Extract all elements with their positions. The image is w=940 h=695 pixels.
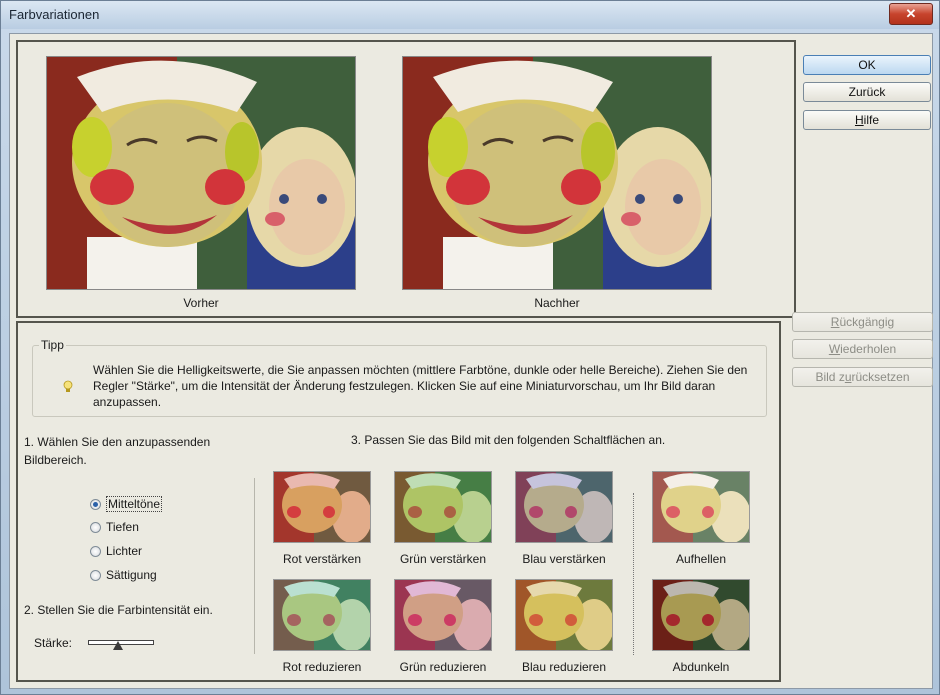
variation-label-blue-decrease: Blau reduzieren — [521, 660, 607, 674]
ok-button[interactable]: OK — [803, 55, 931, 75]
help-button[interactable]: Hilfe — [803, 110, 931, 130]
variation-label-blue-increase: Blau verstärken — [522, 552, 606, 566]
preview-panel: Vorher Nachher — [16, 40, 796, 318]
radio-selected-dot — [93, 501, 98, 507]
lightbulb-icon — [63, 380, 73, 394]
back-button[interactable]: Zurück — [803, 82, 931, 102]
before-caption: Vorher — [183, 296, 219, 310]
radio-highlights[interactable]: Lichter — [90, 544, 142, 558]
variation-tint — [395, 580, 491, 650]
radio-button[interactable] — [90, 521, 101, 533]
tip-text: Wählen Sie die Helligkeitswerte, die Sie… — [93, 363, 748, 409]
variation-thumbnail[interactable] — [515, 579, 613, 651]
window-title: Farbvariationen — [9, 7, 100, 22]
variation-tint — [395, 472, 491, 542]
radio-button[interactable] — [90, 569, 101, 581]
after-caption: Nachher — [534, 296, 580, 310]
variation-thumbnail[interactable] — [394, 471, 492, 543]
radio-label-saturation: Sättigung — [106, 568, 157, 582]
variation-label-red-decrease: Rot reduzieren — [282, 660, 362, 674]
radio-label-shadows: Tiefen — [106, 520, 139, 534]
tip-group: Tipp Wählen Sie die Helligkeitswerte, di… — [32, 338, 767, 417]
before-preview-image — [46, 56, 356, 290]
title-bar[interactable]: Farbvariationen ✕ — [1, 1, 939, 29]
close-icon: ✕ — [905, 6, 917, 21]
reset-image-button[interactable]: Bild zurücksetzen — [792, 367, 933, 387]
variation-thumbnail[interactable] — [652, 579, 750, 651]
after-preview-image — [402, 56, 712, 290]
variation-tint — [653, 580, 749, 650]
variation-label-red-increase: Rot verstärken — [282, 552, 362, 566]
radio-label-midtones: Mitteltöne — [106, 496, 163, 512]
variation-thumbnail[interactable] — [394, 579, 492, 651]
variation-thumbnail[interactable] — [515, 471, 613, 543]
variation-label-darken: Abdunkeln — [672, 660, 730, 674]
variation-tint — [516, 580, 612, 650]
redo-button[interactable]: Wiederholen — [792, 339, 933, 359]
radio-label-highlights: Lichter — [106, 544, 143, 558]
tip-legend: Tipp — [39, 338, 66, 352]
radio-button[interactable] — [90, 498, 101, 510]
dotted-separator — [633, 493, 634, 655]
controls-panel: Tipp Wählen Sie die Helligkeitswerte, di… — [16, 321, 781, 682]
radio-midtones[interactable]: Mitteltöne — [90, 496, 163, 512]
step1-label: 1. Wählen Sie den anzupassenden Bildbere… — [24, 435, 211, 467]
undo-button[interactable]: Rückgängig — [792, 312, 933, 332]
variation-tint — [516, 472, 612, 542]
variation-tint — [274, 580, 370, 650]
vertical-separator — [254, 478, 255, 654]
radio-saturation[interactable]: Sättigung — [90, 568, 157, 582]
variation-label-green-increase: Grün verstärken — [399, 552, 487, 566]
step2-label: 2. Stellen Sie die Farbintensität ein. — [24, 603, 213, 617]
variation-thumbnail[interactable] — [273, 579, 371, 651]
radio-button[interactable] — [90, 545, 101, 557]
step3-label: 3. Passen Sie das Bild mit den folgenden… — [351, 433, 666, 447]
variation-label-lighten: Aufhellen — [675, 552, 727, 566]
variation-thumbnail[interactable] — [273, 471, 371, 543]
variation-label-green-decrease: Grün reduzieren — [399, 660, 487, 674]
variation-tint — [653, 472, 749, 542]
close-button[interactable]: ✕ — [889, 3, 933, 25]
dialog-client-area: Vorher Nachher OK Zurück Hilfe Rückgängi… — [9, 33, 933, 689]
strength-slider[interactable] — [88, 633, 154, 651]
variation-thumbnail[interactable] — [652, 471, 750, 543]
variation-tint — [274, 472, 370, 542]
slider-thumb[interactable] — [113, 641, 123, 650]
radio-shadows[interactable]: Tiefen — [90, 520, 139, 534]
strength-label: Stärke: — [34, 636, 73, 650]
farbvariationen-dialog: Farbvariationen ✕ Vorher Nachher OK Zurü… — [0, 0, 940, 695]
